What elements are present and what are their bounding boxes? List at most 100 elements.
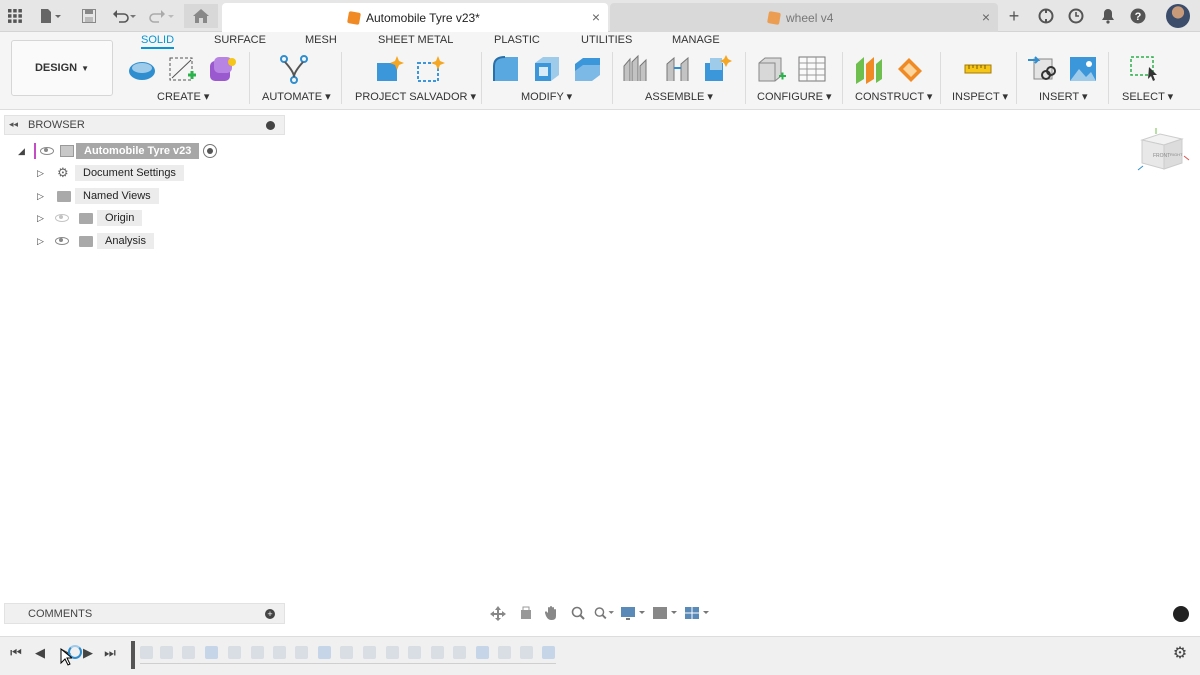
display-settings-icon[interactable] — [620, 605, 646, 621]
group-assemble[interactable]: ASSEMBLE ▾ — [645, 90, 713, 103]
browser-pin-icon[interactable] — [266, 121, 275, 130]
tab-sheet-metal[interactable]: SHEET METAL — [378, 33, 453, 49]
tab-utilities[interactable]: UTILITIES — [581, 33, 632, 49]
insert-derive-icon[interactable] — [1028, 54, 1058, 84]
browser-item-origin[interactable]: ▷ Origin — [37, 209, 143, 227]
help-chat-icon[interactable] — [1173, 606, 1189, 622]
undo-icon[interactable] — [110, 6, 140, 26]
grid-snaps-icon[interactable] — [652, 605, 678, 621]
group-insert[interactable]: INSERT ▾ — [1039, 90, 1088, 103]
new-tab-icon[interactable]: + — [1004, 6, 1024, 26]
close-icon[interactable]: × — [982, 9, 990, 25]
visibility-eye-icon[interactable] — [40, 147, 54, 155]
tab-automobile-tyre[interactable]: Automobile Tyre v23* × — [222, 3, 608, 32]
comments-panel-header[interactable]: COMMENTS + — [4, 603, 285, 624]
assemble-new-component-icon[interactable] — [622, 54, 652, 84]
timeline-feature[interactable] — [228, 646, 241, 659]
timeline-feature[interactable] — [363, 646, 376, 659]
assemble-joint-icon[interactable] — [663, 54, 693, 84]
group-create[interactable]: CREATE ▾ — [157, 90, 209, 103]
timeline-feature[interactable] — [498, 646, 511, 659]
configure-design-icon[interactable] — [757, 54, 787, 84]
timeline-feature[interactable] — [386, 646, 399, 659]
apps-grid-icon[interactable] — [6, 6, 24, 26]
inspect-measure-icon[interactable] — [963, 54, 993, 84]
timeline-feature[interactable] — [520, 646, 533, 659]
browser-item-named-views[interactable]: ▷ Named Views — [37, 187, 159, 205]
project-salvador-generate-icon[interactable] — [375, 54, 405, 84]
collapse-panel-icon[interactable]: ◂◂ — [9, 119, 18, 130]
home-icon[interactable] — [184, 4, 218, 28]
select-window-icon[interactable] — [1129, 54, 1159, 84]
assemble-as-built-icon[interactable] — [703, 54, 733, 84]
timeline-feature[interactable] — [340, 646, 353, 659]
create-form-icon[interactable] — [207, 54, 237, 84]
group-construct[interactable]: CONSTRUCT ▾ — [855, 90, 932, 103]
group-modify[interactable]: MODIFY ▾ — [521, 90, 572, 103]
automate-icon[interactable] — [279, 54, 309, 84]
timeline-feature[interactable] — [542, 646, 555, 659]
timeline-feature[interactable] — [273, 646, 286, 659]
save-icon[interactable] — [80, 6, 98, 26]
timeline-feature[interactable] — [408, 646, 421, 659]
timeline-next-icon[interactable]: ▶ — [80, 645, 96, 661]
zoom-window-icon[interactable] — [594, 605, 614, 621]
group-project-salvador[interactable]: PROJECT SALVADOR ▾ — [355, 90, 476, 103]
create-sketch-plane-icon[interactable] — [167, 54, 197, 84]
project-salvador-edit-icon[interactable] — [416, 54, 446, 84]
timeline-end-icon[interactable]: ⏭ — [102, 645, 118, 661]
timeline-feature[interactable] — [476, 646, 489, 659]
workspace-design-dropdown[interactable]: DESIGN ▼ — [11, 40, 113, 96]
timeline-feature[interactable] — [160, 646, 173, 659]
redo-icon[interactable] — [146, 6, 176, 26]
zoom-icon[interactable] — [568, 605, 588, 621]
tab-manage[interactable]: MANAGE — [672, 33, 720, 49]
browser-item-document-settings[interactable]: ▷ ⚙ Document Settings — [37, 164, 184, 182]
timeline-feature[interactable] — [140, 646, 153, 659]
timeline-feature[interactable] — [182, 646, 195, 659]
tab-wheel[interactable]: wheel v4 × — [610, 3, 998, 32]
timeline-feature[interactable] — [318, 646, 331, 659]
insert-canvas-icon[interactable] — [1068, 54, 1098, 84]
construct-offset-plane-icon[interactable] — [854, 54, 884, 84]
close-icon[interactable]: × — [592, 9, 600, 25]
collapsed-triangle-icon[interactable]: ▷ — [37, 236, 55, 247]
timeline-feature[interactable] — [295, 646, 308, 659]
group-inspect[interactable]: INSPECT ▾ — [952, 90, 1008, 103]
modify-fillet-icon[interactable] — [532, 54, 562, 84]
visibility-eye-icon[interactable] — [55, 237, 69, 245]
browser-item-analysis[interactable]: ▷ Analysis — [37, 232, 154, 250]
timeline-start-icon[interactable]: ⏮ — [8, 645, 24, 661]
timeline-feature[interactable] — [205, 646, 218, 659]
tab-plastic[interactable]: PLASTIC — [494, 33, 540, 49]
timeline-prev-icon[interactable]: ◀ — [32, 645, 48, 661]
configure-table-icon[interactable] — [797, 54, 827, 84]
construct-plane-at-angle-icon[interactable] — [895, 54, 925, 84]
pan-hand-icon[interactable] — [542, 605, 562, 621]
history-icon[interactable] — [1066, 6, 1086, 26]
create-sketch-icon[interactable] — [127, 54, 157, 84]
group-select[interactable]: SELECT ▾ — [1122, 90, 1173, 103]
viewports-icon[interactable] — [684, 605, 710, 621]
browser-panel-header[interactable]: ◂◂ BROWSER — [4, 115, 285, 135]
group-automate[interactable]: AUTOMATE ▾ — [262, 90, 331, 103]
browser-root-row[interactable]: ◢ Automobile Tyre v23 — [18, 142, 228, 160]
tab-mesh[interactable]: MESH — [305, 33, 337, 49]
timeline-marker[interactable] — [131, 641, 135, 669]
orbit-icon[interactable] — [490, 605, 510, 621]
activate-radio-icon[interactable] — [203, 144, 218, 158]
timeline-feature[interactable] — [453, 646, 466, 659]
timeline-feature[interactable] — [251, 646, 264, 659]
collapsed-triangle-icon[interactable]: ▷ — [37, 213, 55, 224]
file-icon[interactable] — [38, 6, 66, 26]
help-icon[interactable]: ? — [1128, 6, 1148, 26]
expanded-triangle-icon[interactable]: ◢ — [18, 146, 34, 157]
collapsed-triangle-icon[interactable]: ▷ — [37, 191, 55, 202]
settings-gear-icon[interactable]: ⚙ — [1172, 645, 1188, 662]
modify-shell-icon[interactable] — [572, 54, 602, 84]
collapsed-triangle-icon[interactable]: ▷ — [37, 168, 55, 179]
notifications-icon[interactable] — [1098, 6, 1118, 26]
group-configure[interactable]: CONFIGURE ▾ — [757, 90, 832, 103]
look-at-icon[interactable] — [516, 605, 536, 621]
timeline-feature[interactable] — [431, 646, 444, 659]
